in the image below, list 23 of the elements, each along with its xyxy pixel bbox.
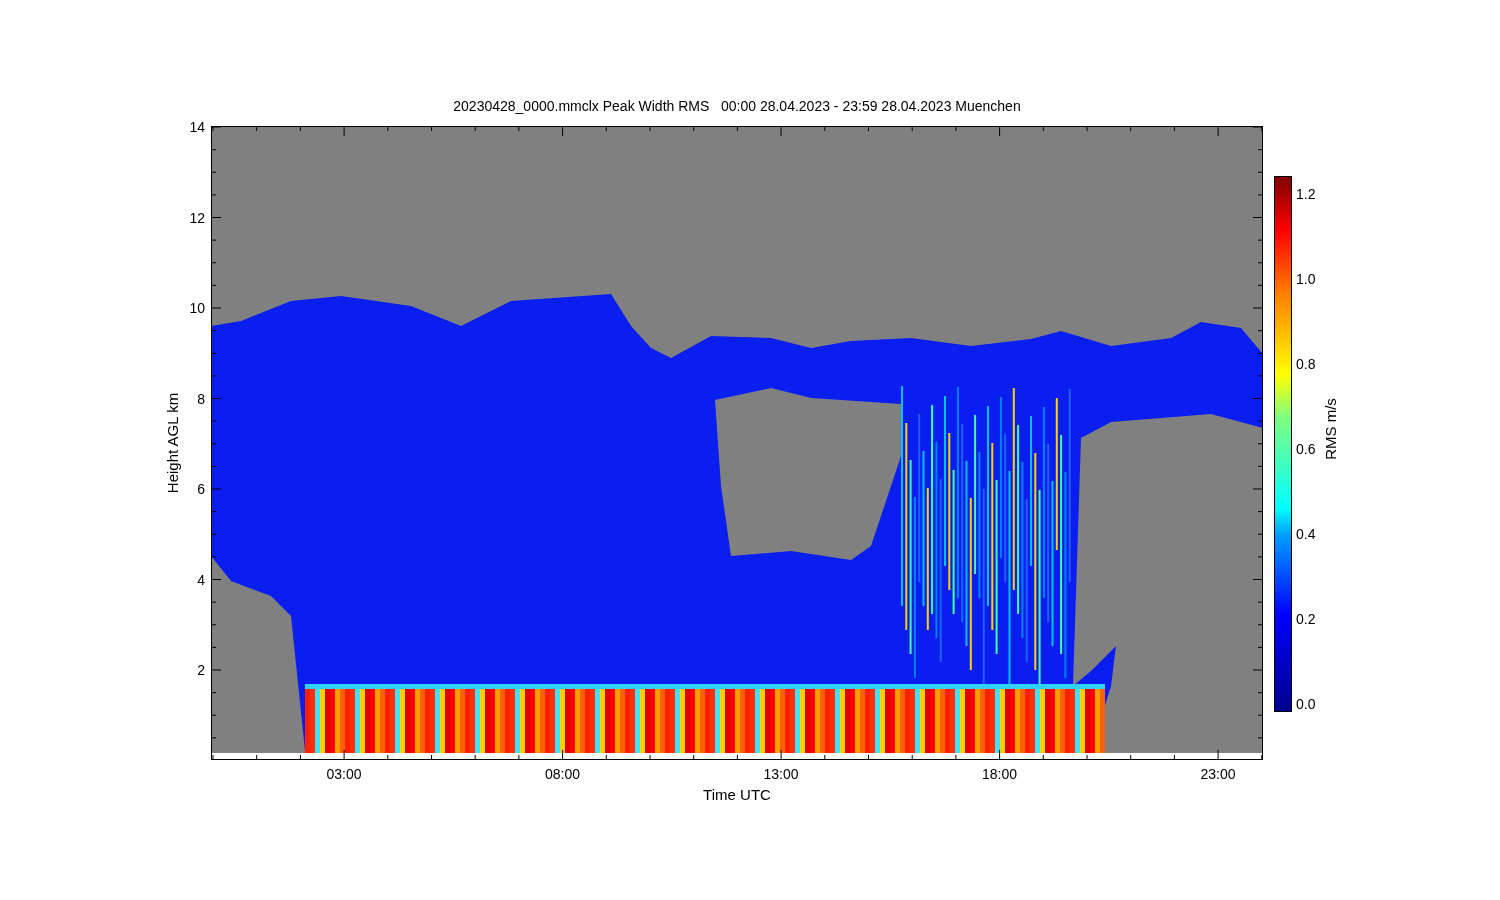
x-tick-label: 23:00 bbox=[1200, 766, 1236, 782]
colorbar-tick-label: 0.0 bbox=[1296, 696, 1316, 712]
y-tick-label: 10 bbox=[189, 300, 205, 316]
x-tick-label: 08:00 bbox=[545, 766, 580, 782]
colorbar-tick-label: 0.8 bbox=[1296, 356, 1316, 372]
chart-title: 20230428_0000.mmclx Peak Width RMS 00:00 28.04.2023 - 23:59 28.04.2023 Muenchen bbox=[452, 97, 1022, 116]
y-tick-label: 8 bbox=[197, 390, 205, 407]
colorbar-tick-label: 0.2 bbox=[1296, 611, 1316, 627]
y-tick-label: 2 bbox=[197, 662, 205, 678]
x-tick-label: 13:00 bbox=[763, 766, 799, 782]
x-axis-label: Time UTC bbox=[703, 786, 771, 803]
colorbar-label: RMS m/s bbox=[1321, 398, 1339, 460]
x-tick-label: 03:00 bbox=[326, 766, 362, 782]
y-tick-label: 14 bbox=[189, 119, 205, 135]
colorbar-tick-label: 1.0 bbox=[1296, 271, 1316, 287]
y-tick-label: 12 bbox=[189, 209, 205, 226]
colorbar-tick-label: 1.2 bbox=[1296, 186, 1316, 202]
y-axis-label: Height AGL km bbox=[163, 392, 181, 494]
y-tick-label: 4 bbox=[197, 571, 205, 588]
colorbar-tick-label: 0.4 bbox=[1296, 526, 1316, 542]
y-tick-label: 6 bbox=[197, 481, 205, 497]
x-tick-label: 18:00 bbox=[982, 766, 1017, 782]
colorbar-tick-label: 0.6 bbox=[1296, 441, 1316, 457]
